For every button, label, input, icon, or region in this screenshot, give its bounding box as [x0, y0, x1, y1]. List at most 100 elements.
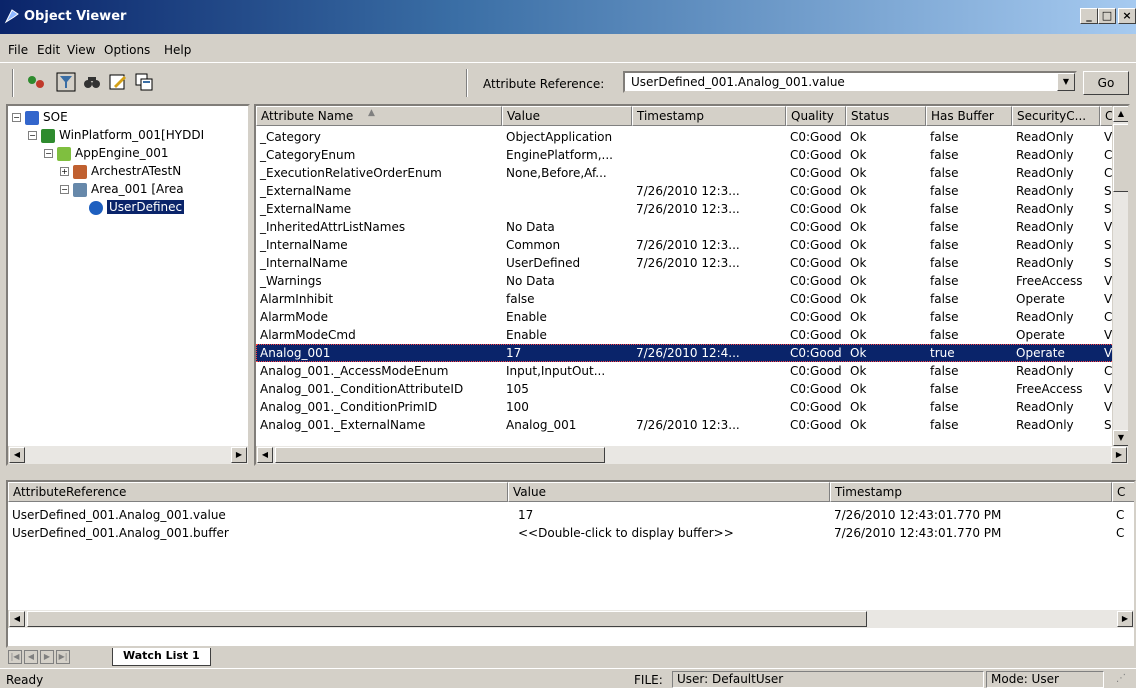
- grid-cell[interactable]: Operate: [1012, 290, 1100, 308]
- grid-cell[interactable]: _InternalName: [256, 236, 502, 254]
- first-tab-icon[interactable]: |◀: [8, 650, 22, 664]
- watch-cell[interactable]: <<Double-click to display buffer>>: [514, 524, 836, 542]
- grid-cell[interactable]: ReadOnly: [1012, 416, 1100, 434]
- grid-cell[interactable]: C0:Good: [786, 146, 846, 164]
- grid-cell[interactable]: ReadOnly: [1012, 236, 1100, 254]
- tree-node[interactable]: − WinPlatform_001[HYDDI: [28, 126, 204, 144]
- grid-cell[interactable]: false: [926, 290, 1012, 308]
- grid-cell[interactable]: FreeAccess: [1012, 272, 1100, 290]
- grid-cell[interactable]: Ok: [846, 146, 926, 164]
- next-tab-icon[interactable]: ▶: [40, 650, 54, 664]
- grid-cell[interactable]: 7/26/2010 12:4...: [632, 344, 786, 362]
- grid-cell[interactable]: _InheritedAttrListNames: [256, 218, 502, 236]
- grid-cell[interactable]: false: [926, 326, 1012, 344]
- scroll-thumb[interactable]: [27, 611, 867, 627]
- grid-hscrollbar[interactable]: ◀ ▶: [256, 446, 1128, 464]
- grid-cell[interactable]: Ok: [846, 416, 926, 434]
- grid-cell[interactable]: C0:Good: [786, 200, 846, 218]
- collapse-icon[interactable]: −: [12, 113, 21, 122]
- grid-cell[interactable]: C0:Good: [786, 182, 846, 200]
- grid-cell[interactable]: ReadOnly: [1012, 182, 1100, 200]
- grid-cell[interactable]: Ok: [846, 380, 926, 398]
- grid-cell[interactable]: false: [926, 146, 1012, 164]
- grid-cell[interactable]: Analog_001._AccessModeEnum: [256, 362, 502, 380]
- watch-column-header[interactable]: Timestamp: [830, 482, 1112, 502]
- grid-cell[interactable]: [632, 380, 786, 398]
- tab-watch-list-1[interactable]: Watch List 1: [112, 648, 211, 666]
- grid-cell[interactable]: ReadOnly: [1012, 218, 1100, 236]
- grid-cell[interactable]: false: [926, 398, 1012, 416]
- tree-hscrollbar[interactable]: ◀ ▶: [8, 446, 248, 464]
- grid-cell[interactable]: Ok: [846, 218, 926, 236]
- grid-cell[interactable]: UserDefined: [502, 254, 632, 272]
- grid-column-header[interactable]: Quality: [786, 106, 846, 126]
- title-bar[interactable]: Object Viewer _ □ ×: [0, 0, 1136, 34]
- grid-cell[interactable]: ReadOnly: [1012, 254, 1100, 272]
- scroll-thumb[interactable]: [1113, 124, 1128, 192]
- grid-cell[interactable]: ReadOnly: [1012, 200, 1100, 218]
- grid-cell[interactable]: Operate: [1012, 326, 1100, 344]
- grid-cell[interactable]: C0:Good: [786, 308, 846, 326]
- collapse-icon[interactable]: −: [44, 149, 53, 158]
- expand-icon[interactable]: +: [60, 167, 69, 176]
- pane-splitter[interactable]: [0, 470, 1136, 478]
- watch-cell[interactable]: C: [1112, 506, 1134, 524]
- grid-cell[interactable]: 7/26/2010 12:3...: [632, 200, 786, 218]
- go-button[interactable]: Go: [1083, 71, 1129, 95]
- grid-cell[interactable]: [632, 218, 786, 236]
- grid-cell[interactable]: [632, 290, 786, 308]
- grid-cell[interactable]: C0:Good: [786, 218, 846, 236]
- grid-cell[interactable]: Operate: [1012, 344, 1100, 362]
- scroll-up-icon[interactable]: ▲: [1113, 106, 1128, 122]
- grid-cell[interactable]: C0:Good: [786, 380, 846, 398]
- attribute-reference-input[interactable]: UserDefined_001.Analog_001.value ▼: [623, 71, 1077, 93]
- grid-cell[interactable]: false: [926, 380, 1012, 398]
- grid-cell[interactable]: [502, 200, 632, 218]
- scroll-thumb[interactable]: [275, 447, 605, 463]
- watch-list[interactable]: AttributeReference Value Timestamp C UserDe…: [6, 480, 1136, 648]
- grid-cell[interactable]: Analog_001: [256, 344, 502, 362]
- menu-edit[interactable]: Edit: [37, 43, 60, 57]
- collapse-icon[interactable]: −: [60, 185, 69, 194]
- attribute-grid[interactable]: Attribute Name Value Timestamp Quality Statu…: [254, 104, 1130, 466]
- watch-cell[interactable]: UserDefined_001.Analog_001.value: [8, 506, 508, 524]
- filter-icon[interactable]: [56, 72, 76, 92]
- grid-cell[interactable]: false: [926, 200, 1012, 218]
- maximize-button[interactable]: □: [1098, 8, 1116, 24]
- grid-cell[interactable]: [632, 308, 786, 326]
- menu-help[interactable]: Help: [164, 43, 191, 57]
- grid-cell[interactable]: No Data: [502, 218, 632, 236]
- grid-cell[interactable]: Ok: [846, 362, 926, 380]
- grid-cell[interactable]: false: [926, 308, 1012, 326]
- grid-cell[interactable]: Ok: [846, 308, 926, 326]
- grid-cell[interactable]: AlarmModeCmd: [256, 326, 502, 344]
- grid-cell[interactable]: Analog_001._ConditionPrimID: [256, 398, 502, 416]
- grid-cell[interactable]: false: [926, 254, 1012, 272]
- watch-column-header[interactable]: C: [1112, 482, 1134, 502]
- grid-cell[interactable]: C0:Good: [786, 164, 846, 182]
- grid-cell[interactable]: Ok: [846, 326, 926, 344]
- grid-cell[interactable]: ReadOnly: [1012, 128, 1100, 146]
- collapse-icon[interactable]: −: [28, 131, 37, 140]
- grid-cell[interactable]: 7/26/2010 12:3...: [632, 416, 786, 434]
- grid-cell[interactable]: false: [926, 236, 1012, 254]
- tree-node[interactable]: + ArchestrATestN: [60, 162, 181, 180]
- watch-column-header[interactable]: AttributeReference: [8, 482, 508, 502]
- grid-cell[interactable]: false: [926, 164, 1012, 182]
- grid-cell[interactable]: false: [926, 182, 1012, 200]
- grid-cell[interactable]: C0:Good: [786, 128, 846, 146]
- grid-cell[interactable]: Common: [502, 236, 632, 254]
- grid-cell[interactable]: _InternalName: [256, 254, 502, 272]
- grid-cell[interactable]: ObjectApplication: [502, 128, 632, 146]
- grid-vscrollbar[interactable]: ▲ ▼: [1112, 106, 1128, 448]
- grid-cell[interactable]: 7/26/2010 12:3...: [632, 254, 786, 272]
- grid-cell[interactable]: 100: [502, 398, 632, 416]
- grid-cell[interactable]: Enable: [502, 326, 632, 344]
- grid-cell[interactable]: C0:Good: [786, 290, 846, 308]
- resize-grip-icon[interactable]: ⋰: [1116, 673, 1132, 687]
- watch-cell[interactable]: C: [1112, 524, 1134, 542]
- grid-cell[interactable]: ReadOnly: [1012, 398, 1100, 416]
- grid-cell[interactable]: 105: [502, 380, 632, 398]
- grid-column-header[interactable]: SecurityC...: [1012, 106, 1100, 126]
- grid-cell[interactable]: Ok: [846, 128, 926, 146]
